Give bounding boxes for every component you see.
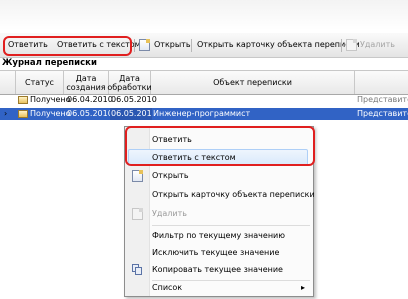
menu-item-exclude-current[interactable]: Исключить текущее значение [152,244,279,261]
toolbar-highlight-box [3,36,132,56]
open-card-button[interactable]: Открыть карточку объекта переписки [197,33,360,57]
copy-icon [132,264,143,275]
open-document-icon [139,39,150,51]
cell-extra: Представите [357,109,408,118]
grid-header: Статус Дата создания Дата обработки Объе… [0,70,408,95]
envelope-icon [18,110,28,118]
menu-item-list[interactable]: Список [152,279,182,296]
cell-status: Получено [30,109,71,118]
cell-object: Инженер-программист [153,109,251,118]
column-header-object[interactable]: Объект переписки [151,71,355,94]
window-top-area [0,0,408,30]
envelope-icon [18,96,28,104]
open-button-label: Открыть [154,40,191,49]
open-document-icon [132,170,143,182]
open-card-button-label: Открыть карточку объекта переписки [197,40,360,49]
menu-item-open-card[interactable]: Открыть карточку объекта переписки [152,186,315,203]
cell-status: Получено [30,95,71,104]
header-marker-cell [0,71,16,94]
delete-document-icon [346,39,357,51]
cell-extra: Представите [357,95,408,104]
menu-item-delete[interactable]: Удалить [152,205,187,222]
menu-highlight-box [125,126,315,166]
menu-item-filter-current[interactable]: Фильтр по текущему значению [152,227,285,244]
cell-created: 06.04.2010 [67,95,113,104]
cell-created: 06.05.2010 [67,109,113,118]
table-row-selected[interactable]: › Получено 06.05.2010 06.05.2010 Инженер… [0,108,408,120]
menu-item-copy-current[interactable]: Копировать текущее значение [152,261,283,278]
column-header-created[interactable]: Дата создания [64,71,109,94]
cell-processed: 06.05.2010 [111,95,157,104]
cell-processed: 06.05.2010 [110,108,152,120]
submenu-arrow-icon: ▸ [301,283,306,292]
journal-title: Журнал переписки [2,58,97,68]
toolbar-separator [341,39,342,52]
table-row[interactable]: Получено 06.04.2010 06.05.2010 Представи… [0,94,408,106]
current-row-marker: › [4,109,8,118]
toolbar-separator [191,39,192,52]
toolbar-separator [134,39,135,52]
column-header-processed[interactable]: Дата обработки [107,71,152,94]
column-header-extra[interactable] [355,71,408,94]
delete-button-label: Удалить [360,40,395,49]
column-header-status[interactable]: Статус [16,71,64,94]
delete-document-icon [132,208,143,220]
menu-separator [152,225,310,226]
menu-item-open[interactable]: Открыть [152,167,189,184]
